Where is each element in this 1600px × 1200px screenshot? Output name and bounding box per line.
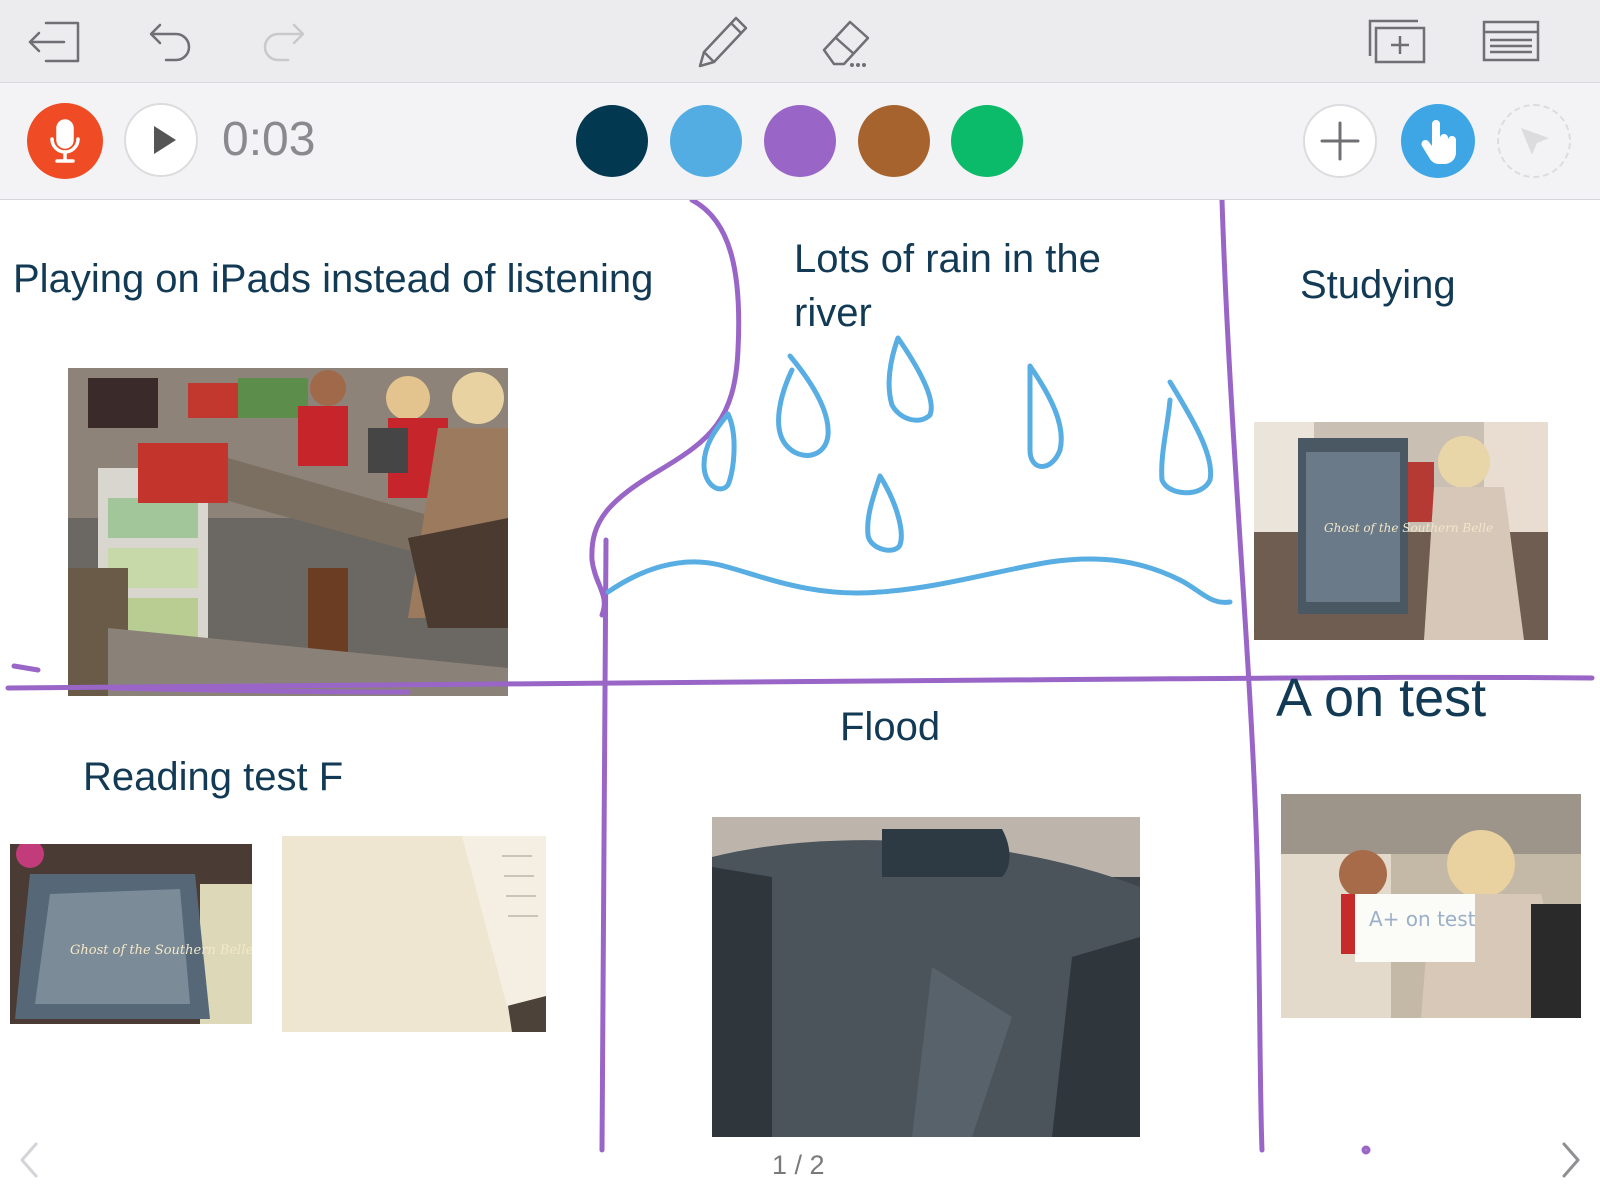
exit-icon[interactable] (26, 20, 84, 64)
page-indicator: 1 / 2 (772, 1150, 825, 1180)
whiteboard-canvas[interactable]: Ghost of the Southern Belle Ghost of the… (0, 200, 1600, 1200)
play-button[interactable] (124, 103, 198, 177)
prev-page-button[interactable] (16, 1140, 42, 1185)
label-ipads: Playing on iPads instead of listening (13, 257, 654, 301)
label-studying: Studying (1300, 263, 1456, 307)
recording-timer: 0:03 (222, 113, 316, 166)
add-slide-icon[interactable] (1366, 16, 1428, 66)
undo-icon[interactable] (146, 18, 196, 64)
record-button[interactable] (27, 103, 103, 179)
ink-rain-drop (1159, 379, 1214, 496)
label-flood: Flood (840, 705, 941, 749)
laser-pointer-button[interactable] (1497, 104, 1571, 178)
play-icon (154, 126, 176, 154)
add-media-button[interactable] (1303, 104, 1377, 178)
ink-rain-drop (776, 353, 831, 458)
color-swatch-brown[interactable] (858, 105, 930, 177)
pointer-hand-button[interactable] (1401, 104, 1475, 178)
chevron-right-icon (1562, 1142, 1580, 1178)
ink-stroke (599, 537, 609, 1153)
label-reading-test: Reading test F (83, 755, 344, 799)
color-swatch-green[interactable] (951, 105, 1023, 177)
ink-rain-drop (1027, 363, 1064, 469)
chevron-left-icon (20, 1142, 38, 1178)
microphone-icon (50, 119, 80, 163)
ink-water-line (605, 556, 1233, 605)
ink-stroke (107, 685, 411, 695)
ink-rain-drop (865, 473, 904, 553)
eraser-icon[interactable] (818, 14, 878, 70)
ink-stroke (11, 663, 41, 673)
ink-rain-drop (886, 335, 934, 423)
label-rain: Lots of rain in the river (794, 237, 1101, 335)
cursor-arrow-icon (1521, 128, 1549, 155)
ink-rain-drop (701, 411, 737, 492)
redo-icon[interactable] (258, 18, 308, 64)
top-bar (0, 0, 1600, 83)
ink-stroke (1219, 200, 1265, 1153)
color-swatch-sky-blue[interactable] (670, 105, 742, 177)
label-a-on-test: A on test (1276, 668, 1487, 728)
hand-pointer-icon (1421, 120, 1456, 164)
color-swatch-dark-navy[interactable] (576, 105, 648, 177)
plus-icon (1320, 121, 1360, 161)
ink-stroke (1361, 1145, 1371, 1155)
slides-list-icon[interactable] (1480, 18, 1542, 64)
next-page-button[interactable] (1558, 1140, 1584, 1185)
color-swatch-purple[interactable] (764, 105, 836, 177)
pencil-icon[interactable] (696, 12, 752, 70)
